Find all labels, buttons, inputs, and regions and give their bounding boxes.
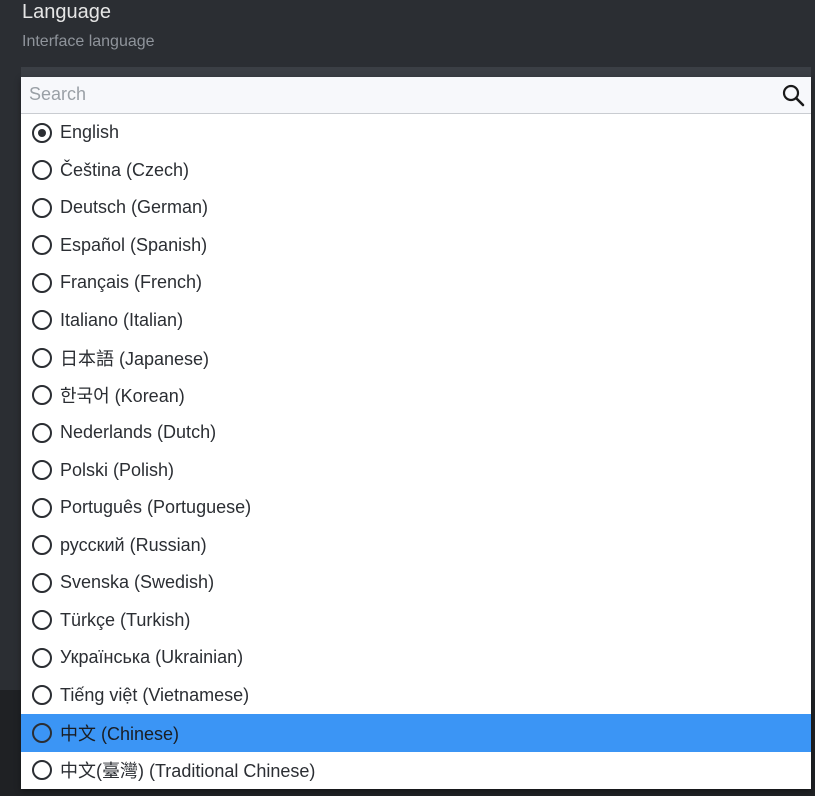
language-option-label: Українська (Ukrainian) — [60, 647, 244, 668]
language-dropdown: English Čeština (Czech) Deutsch (German) Es… — [21, 77, 811, 789]
language-option[interactable]: Italiano (Italian) — [21, 302, 811, 340]
radio-button[interactable] — [32, 310, 52, 331]
language-option-label: 한국어 (Korean) — [60, 386, 185, 407]
language-option-label: Deutsch (German) — [60, 197, 209, 218]
language-option-label: 中文 (Chinese) — [60, 723, 180, 744]
language-option[interactable]: Polski (Polish) — [21, 452, 811, 490]
search-input[interactable] — [21, 77, 769, 111]
radio-button[interactable] — [32, 647, 52, 668]
language-option-label: Nederlands (Dutch) — [60, 422, 217, 443]
language-option-label: Français (French) — [60, 272, 203, 293]
language-option-label: Polski (Polish) — [60, 459, 175, 480]
radio-button[interactable] — [32, 272, 52, 293]
language-option-label: 日本語 (Japanese) — [60, 348, 210, 369]
language-option[interactable]: Türkçe (Turkish) — [21, 602, 811, 640]
language-option-label: Português (Portuguese) — [60, 497, 252, 518]
language-option[interactable]: 한국어 (Korean) — [21, 377, 811, 415]
language-option[interactable]: русский (Russian) — [21, 527, 811, 565]
language-option[interactable]: Українська (Ukrainian) — [21, 639, 811, 677]
language-option[interactable]: Deutsch (German) — [21, 189, 811, 227]
radio-button[interactable] — [32, 760, 52, 781]
language-select-box[interactable] — [21, 67, 811, 77]
radio-button[interactable] — [32, 347, 52, 368]
radio-button[interactable] — [32, 535, 52, 556]
radio-button[interactable] — [32, 460, 52, 481]
language-option-label: 中文(臺灣) (Traditional Chinese) — [60, 761, 316, 782]
language-option[interactable]: Tiếng việt (Vietnamese) — [21, 677, 811, 715]
radio-button[interactable] — [32, 197, 52, 218]
language-option[interactable]: English — [21, 114, 811, 152]
language-option-label: Tiếng việt (Vietnamese) — [60, 684, 250, 705]
language-option[interactable]: Svenska (Swedish) — [21, 564, 811, 602]
language-option-label: Čeština (Czech) — [60, 159, 190, 180]
language-option-label: русский (Russian) — [60, 534, 207, 555]
radio-button[interactable] — [32, 497, 52, 518]
language-option[interactable]: Français (French) — [21, 264, 811, 302]
language-option[interactable]: Nederlands (Dutch) — [21, 414, 811, 452]
language-option-label: Italiano (Italian) — [60, 309, 184, 330]
language-option-label: Español (Spanish) — [60, 234, 208, 255]
language-option[interactable]: 中文 (Chinese) — [21, 714, 811, 752]
search-bar — [21, 77, 811, 114]
radio-button[interactable] — [32, 122, 52, 143]
radio-button[interactable] — [32, 422, 52, 443]
language-option[interactable]: 中文(臺灣) (Traditional Chinese) — [21, 752, 811, 790]
language-option-label: Svenska (Swedish) — [60, 572, 215, 593]
radio-button[interactable] — [32, 572, 52, 593]
setting-title: Language — [22, 1, 111, 23]
language-option[interactable]: Português (Portuguese) — [21, 489, 811, 527]
language-options-list: English Čeština (Czech) Deutsch (German) Es… — [21, 114, 811, 789]
radio-button[interactable] — [32, 610, 52, 631]
radio-button[interactable] — [32, 235, 52, 256]
language-option-label: English — [60, 122, 120, 143]
radio-button[interactable] — [32, 685, 52, 706]
language-option[interactable]: Čeština (Czech) — [21, 152, 811, 190]
setting-header: Language Interface language — [22, 0, 155, 52]
setting-subtitle: Interface language — [22, 33, 155, 50]
search-icon[interactable] — [781, 83, 805, 107]
radio-button[interactable] — [32, 160, 52, 181]
language-option-label: Türkçe (Turkish) — [60, 609, 191, 630]
radio-button[interactable] — [32, 385, 52, 406]
radio-button[interactable] — [32, 722, 52, 743]
language-option[interactable]: Español (Spanish) — [21, 227, 811, 265]
language-option[interactable]: 日本語 (Japanese) — [21, 339, 811, 377]
